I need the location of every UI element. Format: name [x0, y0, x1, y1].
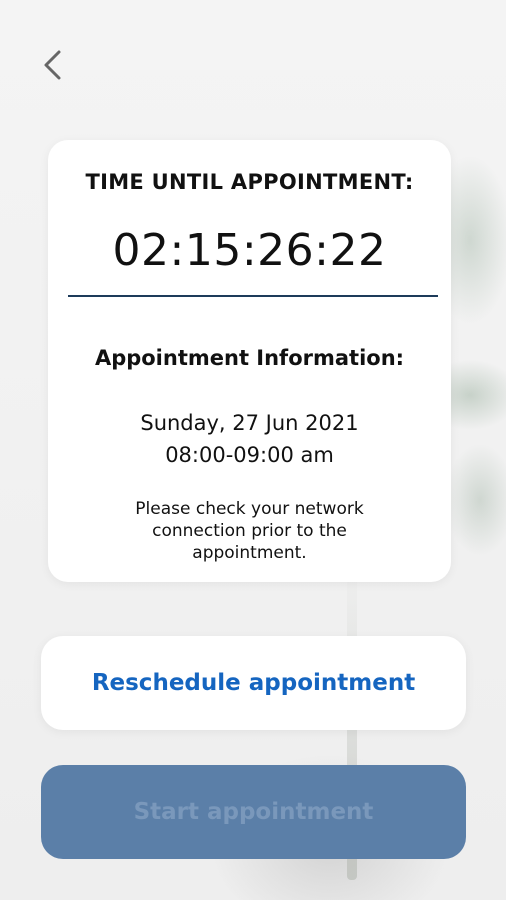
appointment-card: TIME UNTIL APPOINTMENT: 02:15:26:22 Appo… [48, 140, 451, 582]
countdown-divider [68, 295, 438, 297]
appointment-info-title: Appointment Information: [94, 346, 405, 370]
chevron-left-icon [44, 50, 61, 80]
reschedule-appointment-button[interactable]: Reschedule appointment [41, 636, 466, 730]
countdown-title: TIME UNTIL APPOINTMENT: [85, 170, 414, 194]
back-button[interactable] [34, 44, 74, 84]
appointment-time: 08:00-09:00 am [165, 443, 334, 467]
countdown-timer: 02:15:26:22 [112, 225, 387, 276]
network-notice: Please check your network connection pri… [135, 499, 364, 563]
start-appointment-button[interactable]: Start appointment [41, 765, 466, 859]
appointment-date: Sunday, 27 Jun 2021 [140, 411, 359, 435]
